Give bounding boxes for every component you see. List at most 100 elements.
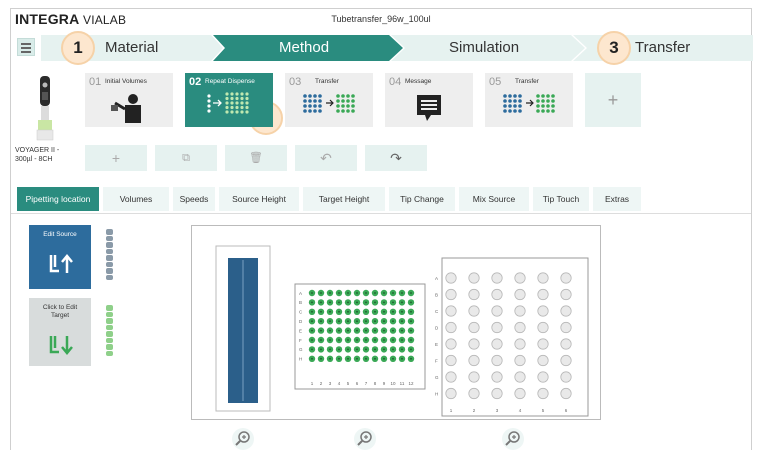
tube-well[interactable] xyxy=(514,288,526,301)
tab-speeds[interactable]: Speeds xyxy=(173,187,215,211)
undo-icon[interactable]: ↶ xyxy=(295,145,357,171)
icon-dot xyxy=(346,109,350,113)
icon-dot xyxy=(513,99,517,103)
tab-source-height[interactable]: Source Height xyxy=(219,187,299,211)
icon-dot xyxy=(546,94,550,98)
tube-well[interactable] xyxy=(468,371,480,383)
tube-well[interactable] xyxy=(560,354,572,367)
tube-well[interactable] xyxy=(491,371,503,383)
pipette-icon[interactable] xyxy=(35,76,55,142)
tube-well[interactable] xyxy=(468,288,480,301)
tab-target-height[interactable]: Target Height xyxy=(303,187,385,211)
tab-tip-touch[interactable]: Tip Touch xyxy=(533,187,589,211)
tube-well[interactable] xyxy=(537,288,549,301)
tube-well[interactable] xyxy=(491,387,503,400)
edit-target-button[interactable]: Click to Edit Target xyxy=(29,298,91,366)
tube-well[interactable] xyxy=(468,338,480,350)
tube-well[interactable] xyxy=(445,288,457,301)
tube-well[interactable] xyxy=(468,272,480,284)
tube-well[interactable] xyxy=(537,387,549,400)
add-step-button[interactable]: + xyxy=(585,73,641,127)
zoom-reservoir-icon[interactable] xyxy=(231,427,255,451)
tab-mix-source[interactable]: Mix Source xyxy=(459,187,529,211)
tube-well[interactable] xyxy=(514,272,526,284)
copy-icon[interactable]: ⧉ xyxy=(155,145,217,171)
tab-tip-change[interactable]: Tip Change xyxy=(389,187,455,211)
tube-well[interactable] xyxy=(445,371,457,383)
tube-well[interactable] xyxy=(537,338,549,350)
tube-well[interactable] xyxy=(491,272,503,284)
icon-dot xyxy=(336,99,340,103)
tube-well[interactable] xyxy=(560,371,572,383)
tube-well[interactable] xyxy=(468,387,480,400)
instrument-label: VOYAGER II - 300µl - 8CH xyxy=(15,146,75,164)
well-center xyxy=(347,320,349,323)
tube-well[interactable] xyxy=(468,321,480,334)
tube-well[interactable] xyxy=(491,338,503,350)
tube-well[interactable] xyxy=(514,338,526,350)
tube-well[interactable] xyxy=(560,321,572,334)
tube-well[interactable] xyxy=(560,288,572,301)
edit-source-button[interactable]: Edit Source xyxy=(29,225,91,289)
tube-well[interactable] xyxy=(537,354,549,367)
workflow-step-simulation[interactable]: Simulation xyxy=(449,35,519,61)
workflow-step-material[interactable]: Material xyxy=(105,35,158,61)
tube-well[interactable] xyxy=(491,321,503,334)
method-step-05[interactable]: 05 Transfer xyxy=(485,73,573,127)
add-button[interactable]: + xyxy=(85,145,147,171)
tube-well[interactable] xyxy=(491,354,503,367)
method-step-01[interactable]: 01 Initial Volumes xyxy=(85,73,173,127)
redo-icon[interactable]: ↷ xyxy=(365,145,427,171)
tube-well[interactable] xyxy=(491,305,503,317)
tube-well[interactable] xyxy=(445,338,457,350)
tube-well[interactable] xyxy=(537,371,549,383)
tab-volumes[interactable]: Volumes xyxy=(103,187,169,211)
zoom-plate-icon[interactable] xyxy=(353,427,377,451)
tube-well[interactable] xyxy=(514,305,526,317)
icon-dot xyxy=(503,99,507,103)
icon-dot xyxy=(518,99,522,103)
tube-well[interactable] xyxy=(560,305,572,317)
tube-well[interactable] xyxy=(560,387,572,400)
icon-dot xyxy=(245,101,249,105)
tube-well[interactable] xyxy=(537,321,549,334)
well-center xyxy=(338,339,340,341)
icon-dot xyxy=(240,110,244,114)
tube-well[interactable] xyxy=(445,272,457,284)
tube-well[interactable] xyxy=(445,387,457,400)
step-name: Initial Volumes xyxy=(105,78,147,85)
tab-extras[interactable]: Extras xyxy=(593,187,641,211)
tube-well[interactable] xyxy=(514,321,526,334)
method-step-04[interactable]: 04 Message xyxy=(385,73,473,127)
tube-well[interactable] xyxy=(445,305,457,317)
well-center xyxy=(356,320,358,323)
well-center xyxy=(365,310,367,313)
tube-well[interactable] xyxy=(560,272,572,284)
tube-well[interactable] xyxy=(468,354,480,367)
tab-pipetting-location[interactable]: Pipetting location xyxy=(17,187,99,211)
tube-well[interactable] xyxy=(537,272,549,284)
workflow-step-method[interactable]: Method xyxy=(279,35,329,61)
tube-well[interactable] xyxy=(514,354,526,367)
tube-well[interactable] xyxy=(468,305,480,317)
method-step-02[interactable]: 02 Repeat Dispense xyxy=(185,73,273,127)
method-step-03[interactable]: 03 Transfer xyxy=(285,73,373,127)
step-number: 03 xyxy=(289,76,302,88)
tube-well[interactable] xyxy=(537,305,549,317)
well-center xyxy=(410,339,412,341)
well-center xyxy=(410,357,412,360)
delete-icon[interactable]: 🗑 xyxy=(225,145,287,171)
zoom-tube-rack-icon[interactable] xyxy=(501,427,525,451)
tube-well[interactable] xyxy=(514,371,526,383)
well-center xyxy=(356,357,358,360)
workflow-step-transfer[interactable]: Transfer xyxy=(635,35,690,61)
rack-row-label: D xyxy=(435,326,439,331)
tube-well[interactable] xyxy=(445,321,457,334)
icon-dot xyxy=(207,94,211,98)
tube-well[interactable] xyxy=(445,354,457,367)
tube-well[interactable] xyxy=(560,338,572,350)
well-center xyxy=(320,329,322,332)
tube-well[interactable] xyxy=(514,387,526,400)
icon-dot xyxy=(341,94,345,98)
tube-well[interactable] xyxy=(491,288,503,301)
